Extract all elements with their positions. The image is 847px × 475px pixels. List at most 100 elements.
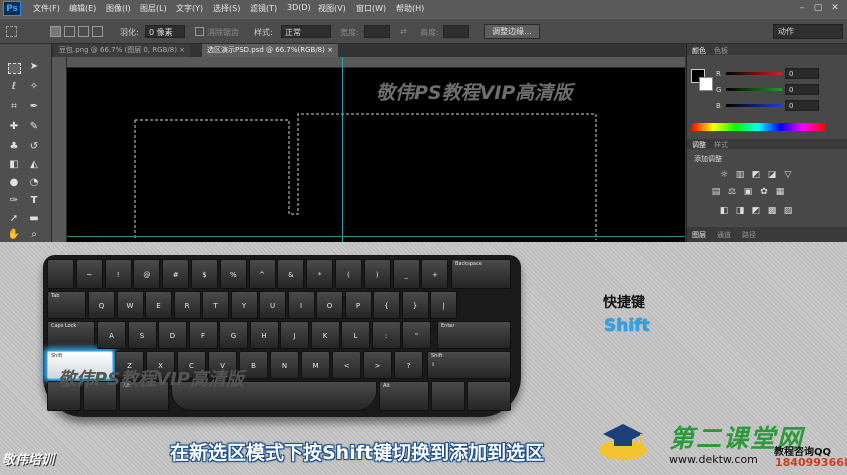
tab-color[interactable]: 颜色 [692, 46, 706, 56]
levels-adjust-icon[interactable]: ▥ [735, 170, 745, 180]
red-slider[interactable] [726, 72, 782, 75]
minimize-button[interactable]: – [796, 2, 808, 14]
feather-input[interactable]: 0 像素 [145, 25, 185, 38]
tab-layers[interactable]: 图层 [692, 230, 706, 240]
key-fn [431, 381, 465, 411]
horizontal-ruler[interactable] [66, 57, 685, 68]
brush-tool-icon[interactable]: ✎ [27, 120, 41, 134]
new-selection-icon[interactable] [50, 26, 61, 37]
exposure-adjust-icon[interactable]: ◪ [767, 170, 777, 180]
hue-adjust-icon[interactable]: ▤ [711, 187, 721, 197]
rectangle-tool-icon[interactable]: ▬ [27, 212, 41, 226]
eraser-tool-icon[interactable]: ◧ [7, 158, 21, 172]
close-button[interactable]: ✕ [829, 2, 841, 14]
key-row1: & [277, 259, 305, 289]
site-url: www.dektw.com [669, 453, 758, 466]
key-row4: > [363, 351, 392, 379]
menu-file[interactable]: 文件(F) [33, 3, 60, 14]
blur-tool-icon[interactable]: ● [7, 176, 21, 190]
style-select[interactable]: 正常 [281, 25, 331, 38]
antialias-checkbox[interactable] [195, 27, 204, 36]
paint-bucket-tool-icon[interactable]: ◭ [27, 158, 41, 172]
maximize-button[interactable]: ▢ [812, 2, 824, 14]
add-selection-icon[interactable] [64, 26, 75, 37]
background-color-swatch[interactable] [699, 77, 713, 91]
move-tool-icon[interactable]: ➤ [27, 60, 41, 74]
history-brush-tool-icon[interactable]: ↺ [27, 140, 41, 154]
blue-value-input[interactable]: 0 [785, 100, 819, 111]
swap-icon[interactable]: ⇄ [400, 27, 407, 36]
eyedropper-tool-icon[interactable]: ✒ [27, 100, 41, 114]
type-tool-icon[interactable]: T [27, 194, 41, 208]
key-row2: O [316, 291, 343, 319]
key-enter: Enter [437, 321, 511, 349]
document-tabstrip: 豆包.png @ 66.7% (图层 0, RGB/8) × 选区演示PSD.p… [52, 44, 685, 57]
menu-window[interactable]: 窗口(W) [356, 3, 386, 14]
posterize-adjust-icon[interactable]: ◨ [735, 206, 745, 216]
menu-layer[interactable]: 图层(L) [140, 3, 167, 14]
menu-type[interactable]: 文字(Y) [176, 3, 203, 14]
tab-paths[interactable]: 路径 [742, 230, 756, 240]
tab-channels[interactable]: 通道 [717, 230, 731, 240]
key-row2: E [145, 291, 172, 319]
menu-help[interactable]: 帮助(H) [396, 3, 424, 14]
color-spectrum-bar[interactable] [691, 123, 825, 131]
height-input[interactable] [443, 25, 469, 38]
key-row3: H [249, 321, 279, 349]
intersect-selection-icon[interactable] [92, 26, 103, 37]
color-balance-adjust-icon[interactable]: ⚖ [727, 187, 737, 197]
gradient-map-adjust-icon[interactable]: ▩ [767, 206, 777, 216]
clone-stamp-tool-icon[interactable]: ♣ [7, 140, 21, 154]
threshold-adjust-icon[interactable]: ◩ [751, 206, 761, 216]
subtract-selection-icon[interactable] [78, 26, 89, 37]
key-row1: % [219, 259, 247, 289]
refine-edge-button[interactable]: 调整边缘... [484, 24, 540, 39]
green-value-input[interactable]: 0 [785, 84, 819, 95]
key-row1: ~ [75, 259, 103, 289]
menu-edit[interactable]: 编辑(E) [69, 3, 96, 14]
selective-color-adjust-icon[interactable]: ▨ [783, 206, 793, 216]
blue-slider[interactable] [726, 104, 782, 107]
invert-adjust-icon[interactable]: ◧ [719, 206, 729, 216]
document-tab-2[interactable]: 选区演示PSD.psd @ 66.7%(RGB/8) × [202, 44, 338, 57]
document-tab-1[interactable]: 豆包.png @ 66.7% (图层 0, RGB/8) × [54, 44, 191, 57]
crop-tool-icon[interactable]: ⌗ [7, 100, 21, 114]
magic-wand-tool-icon[interactable]: ✧ [27, 80, 41, 94]
pen-tool-icon[interactable]: ✑ [7, 194, 21, 208]
menu-view[interactable]: 视图(V) [318, 3, 346, 14]
tab-styles[interactable]: 样式 [714, 140, 728, 150]
menu-3d[interactable]: 3D(D) [287, 3, 311, 12]
path-selection-tool-icon[interactable]: ➚ [7, 212, 21, 226]
curves-adjust-icon[interactable]: ◩ [751, 170, 761, 180]
healing-brush-tool-icon[interactable]: ✚ [7, 120, 21, 134]
style-label: 样式: [254, 28, 273, 37]
hand-tool-icon[interactable]: ✋ [7, 228, 21, 242]
red-value-input[interactable]: 0 [785, 68, 819, 79]
vibrance-adjust-icon[interactable]: ▽ [783, 170, 793, 180]
key-alt-right: Alt [379, 381, 429, 411]
menu-image[interactable]: 图像(I) [106, 3, 131, 14]
key-row1: ) [363, 259, 391, 289]
key-row4: M [301, 351, 330, 379]
brightness-adjust-icon[interactable]: ☼ [719, 170, 729, 180]
marquee-preset-icon[interactable] [6, 26, 17, 37]
vertical-ruler[interactable] [52, 57, 67, 242]
key-tab: Tab [47, 291, 86, 319]
workspace-select[interactable]: 动作 [773, 24, 843, 39]
photo-filter-adjust-icon[interactable]: ✿ [759, 187, 769, 197]
key-row2: W [116, 291, 144, 319]
zoom-tool-icon[interactable]: ⌕ [27, 228, 41, 242]
tab-adjustments[interactable]: 调整 [692, 140, 706, 150]
green-slider[interactable] [726, 88, 782, 91]
menu-select[interactable]: 选择(S) [213, 3, 240, 14]
dodge-tool-icon[interactable]: ◔ [27, 176, 41, 190]
width-input[interactable] [364, 25, 390, 38]
menu-filter[interactable]: 滤镜(T) [250, 3, 277, 14]
channel-mixer-adjust-icon[interactable]: ▦ [775, 187, 785, 197]
key-row1: ( [335, 259, 362, 289]
lasso-tool-icon[interactable]: ℓ [7, 80, 21, 94]
rect-marquee-tool-icon[interactable] [8, 63, 21, 74]
key-shift-right: Shift ⇧ [427, 351, 511, 379]
black-white-adjust-icon[interactable]: ▣ [743, 187, 753, 197]
tab-swatches[interactable]: 色板 [714, 46, 728, 56]
